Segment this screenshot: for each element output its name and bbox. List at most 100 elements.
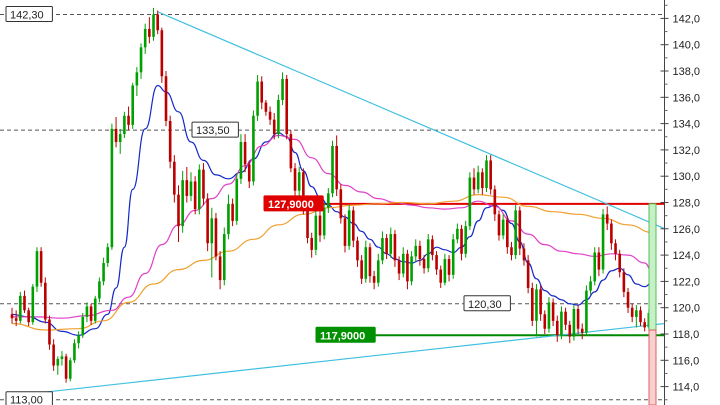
candle-body-108 (460, 228, 463, 254)
candle-body-54 (235, 178, 239, 221)
candle-body-119 (506, 219, 509, 248)
price-label-4: 117,9000 (315, 326, 376, 343)
candle-body-113 (481, 172, 484, 189)
candle-29 (131, 82, 135, 129)
y-tick-label-0: 142,0 (673, 13, 701, 25)
candle-body-10 (52, 344, 55, 366)
candle-body-103 (439, 269, 443, 283)
candle-body-2 (19, 295, 22, 321)
candle-body-14 (68, 360, 72, 379)
candle-138 (585, 285, 588, 336)
candle-body-143 (605, 214, 609, 224)
y-tick-label-8: 126,0 (673, 224, 701, 236)
candle-body-81 (347, 210, 351, 246)
candle-body-77 (331, 145, 334, 194)
candle-2 (19, 291, 22, 324)
candle-body-152 (643, 322, 646, 328)
candle-44 (193, 176, 197, 215)
candle-body-82 (352, 210, 355, 241)
candle-77 (331, 140, 334, 198)
candle-body-83 (356, 240, 359, 261)
candle-125 (530, 282, 534, 327)
candle-body-141 (597, 252, 601, 270)
price-projection (648, 203, 657, 405)
candle-body-74 (318, 215, 322, 236)
candle-body-11 (56, 358, 60, 366)
candle-body-115 (489, 160, 492, 190)
candle-121 (514, 205, 517, 260)
price-label-text-0: 142,30 (10, 9, 44, 21)
candle-body-38 (168, 120, 172, 162)
candle-142 (601, 209, 605, 274)
candle-body-137 (580, 328, 584, 333)
candle-body-48 (210, 218, 214, 244)
candle-body-114 (485, 160, 488, 189)
candle-36 (160, 27, 164, 83)
candle-body-29 (131, 85, 135, 125)
candle-body-1 (14, 318, 18, 321)
candle-body-78 (335, 145, 338, 190)
candle-14 (68, 357, 72, 382)
y-tick-label-9: 124,0 (673, 250, 701, 262)
candle-body-21 (98, 281, 101, 299)
candle-124 (526, 255, 530, 294)
candle-body-7 (39, 251, 43, 283)
candle-body-34 (152, 14, 155, 37)
candle-body-118 (501, 219, 505, 236)
candle-body-19 (89, 306, 93, 321)
candle-body-69 (297, 172, 301, 191)
candle-body-94 (401, 253, 405, 274)
price-label-3: 120,30 (463, 295, 511, 312)
candle-body-55 (239, 142, 243, 179)
price-label-text-4: 117,9000 (320, 330, 365, 342)
candle-body-57 (247, 164, 251, 182)
candle-body-28 (127, 115, 130, 125)
candle-body-129 (547, 302, 551, 329)
candle-body-39 (173, 161, 176, 195)
candle-body-126 (535, 289, 538, 321)
candle-body-84 (360, 260, 363, 279)
candle-135 (572, 305, 576, 341)
candle-body-62 (268, 111, 272, 120)
candle-body-27 (123, 115, 126, 135)
candle-body-147 (622, 272, 626, 292)
candle-body-44 (193, 181, 197, 210)
candle-body-18 (85, 306, 89, 317)
candle-body-122 (518, 210, 522, 249)
candle-body-35 (156, 14, 159, 31)
candle-body-26 (118, 134, 122, 143)
candle-body-72 (310, 238, 313, 250)
upside-projection-box (648, 203, 657, 331)
price-label-text-2: 127,9000 (268, 199, 314, 211)
candle-body-142 (601, 214, 605, 270)
candle-81 (347, 205, 351, 250)
candle-body-24 (110, 128, 114, 248)
candle-body-97 (414, 245, 418, 257)
candle-7 (39, 247, 43, 287)
candle-body-116 (493, 189, 497, 215)
candle-body-4 (27, 310, 30, 323)
candle-body-140 (593, 252, 597, 282)
candle-58 (252, 110, 255, 186)
price-label-text-3: 120,30 (468, 299, 502, 311)
candle-100 (426, 234, 430, 273)
candle-body-151 (639, 310, 642, 323)
candle-body-85 (364, 247, 368, 279)
candle-body-130 (551, 302, 555, 321)
candle-body-58 (252, 115, 255, 182)
candle-body-87 (372, 276, 376, 283)
candle-body-120 (510, 247, 513, 256)
candle-body-51 (222, 234, 226, 281)
candle-body-16 (77, 335, 80, 344)
candle-41 (181, 170, 184, 233)
candle-body-15 (73, 343, 76, 361)
candle-51 (222, 227, 226, 286)
candle-body-59 (256, 81, 259, 116)
candle-6 (35, 247, 39, 292)
candle-body-9 (48, 319, 51, 345)
candle-body-92 (393, 234, 397, 261)
candle-body-56 (243, 142, 247, 165)
candle-110 (468, 172, 472, 231)
candle-body-121 (514, 210, 517, 256)
candle-body-36 (160, 30, 164, 77)
